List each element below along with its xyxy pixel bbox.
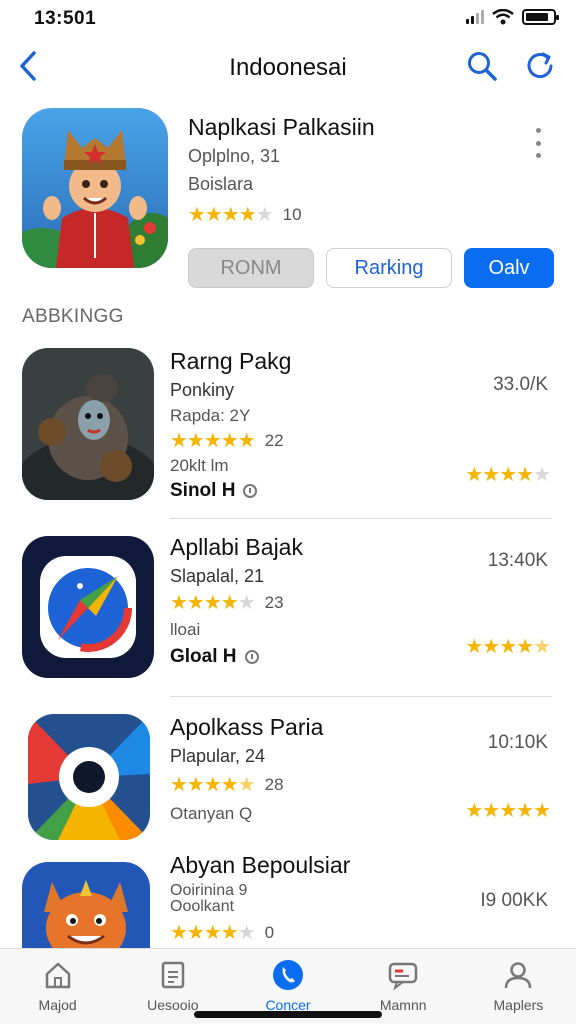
app-status: Sinol H (170, 480, 258, 502)
rating-count: 0 (264, 922, 275, 942)
status-icons (466, 9, 559, 25)
list-item[interactable]: Apllabi Bajak Slapalal, 21 ★★★★★ 23 lloa… (0, 532, 576, 698)
ranking-button[interactable]: Rarking (326, 248, 452, 288)
rating-stars: ★★★★★ (188, 204, 274, 226)
app-developer: Ponkiny (170, 380, 235, 400)
search-icon (468, 52, 497, 81)
rating-stars: ★★★★★ (170, 922, 256, 944)
tab-label: Uesooio (147, 997, 199, 1013)
featured-app-rating: ★★★★★ 10 (188, 202, 302, 227)
chat-icon (387, 959, 419, 991)
signal-icon (466, 10, 484, 24)
featured-app: Naplkasi Palkasiin Oplplno, 31 Boislara … (0, 106, 576, 296)
tab-label: Maplers (493, 997, 544, 1013)
rating-count: 10 (282, 204, 302, 224)
download-count: 33.0/K (493, 374, 548, 395)
divider (170, 518, 552, 519)
nav-bar: Indoonesai (0, 40, 576, 94)
app-rating: ★★★★★ 23 (170, 590, 284, 615)
app-rating: ★★★★★ 22 (170, 428, 284, 453)
app-status-label: Gloal H (170, 646, 237, 667)
home-icon (42, 959, 74, 991)
tab-label: Mamnn (379, 997, 427, 1013)
app-size: lloai (170, 620, 201, 639)
home-indicator (194, 1011, 382, 1018)
app-meta: Ooolkant (170, 898, 235, 915)
app-icon[interactable] (22, 536, 154, 678)
app-developer: Slapalal, 21 (170, 566, 265, 586)
section-header: ABBKINGG (22, 306, 124, 327)
featured-actions: RONM Rarking Oalv (188, 248, 554, 288)
featured-app-title[interactable]: Naplkasi Palkasiin (188, 114, 375, 141)
rating-count: 28 (264, 774, 284, 794)
secondary-rating-stars: ★★★★★ (465, 800, 551, 822)
rating-stars: ★★★★★ (170, 592, 256, 614)
app-rating: ★★★★★ 28 (170, 772, 284, 797)
wifi-icon (492, 9, 514, 25)
list-item[interactable]: Rarng Pakg Ponkiny Rapda: 2Y ★★★★★ 22 20… (0, 342, 576, 519)
battery-icon (522, 9, 559, 25)
primary-action-button[interactable]: Oalv (464, 248, 554, 288)
app-developer: Plapular, 24 (170, 746, 266, 766)
rating-stars: ★★★★★ (170, 774, 256, 796)
app-rating: ★★★★★ 0 (170, 920, 274, 945)
download-count: 13:40K (487, 550, 548, 571)
divider (170, 696, 552, 697)
phone-icon (272, 959, 304, 991)
clock-icon (244, 650, 259, 664)
download-count: 10:10K (487, 732, 548, 753)
tab-profile[interactable]: Maplers (461, 949, 576, 1024)
tab-home[interactable]: Majod (0, 949, 115, 1024)
secondary-rating-stars: ★★★★★ (465, 464, 551, 486)
app-meta: Rapda: 2Y (170, 406, 251, 425)
rating-count: 23 (264, 592, 284, 612)
featured-app-category: Boislara (188, 174, 254, 194)
app-icon[interactable] (22, 862, 150, 948)
featured-app-icon[interactable] (22, 108, 168, 268)
more-options-button[interactable] (530, 128, 546, 158)
status-bar: 13:501 (0, 0, 576, 36)
app-status: Gloal H (170, 646, 259, 668)
app-icon[interactable] (28, 714, 150, 840)
disabled-button[interactable]: RONM (188, 248, 314, 288)
featured-app-subtitle: Oplplno, 31 (188, 146, 281, 166)
app-status-label: Sinol H (170, 480, 236, 501)
download-count: I9 00KK (480, 890, 548, 911)
app-title[interactable]: Abyan Bepoulsiar (170, 852, 350, 879)
person-icon (502, 959, 534, 991)
clock-icon (243, 484, 258, 498)
app-size: Otanyan Q (170, 804, 253, 823)
list-item[interactable]: Apolkass Paria Plapular, 24 ★★★★★ 28 Ota… (0, 710, 576, 860)
document-icon (157, 959, 189, 991)
tab-label: Majod (38, 997, 77, 1013)
search-button[interactable] (464, 48, 500, 84)
status-time: 13:501 (34, 8, 97, 29)
app-size: 20klt lm (170, 456, 229, 475)
secondary-rating-stars: ★★★★★ (465, 636, 551, 658)
app-title[interactable]: Apolkass Paria (170, 714, 323, 741)
rating-stars: ★★★★★ (170, 430, 256, 452)
refresh-button[interactable] (522, 48, 558, 84)
app-icon[interactable] (22, 348, 154, 500)
rating-count: 22 (264, 430, 284, 450)
refresh-icon (527, 52, 553, 79)
app-title[interactable]: Rarng Pakg (170, 348, 291, 375)
list-item[interactable]: Abyan Bepoulsiar Ooirinina 9 Ooolkant ★★… (0, 852, 576, 948)
app-title[interactable]: Apllabi Bajak (170, 534, 303, 561)
